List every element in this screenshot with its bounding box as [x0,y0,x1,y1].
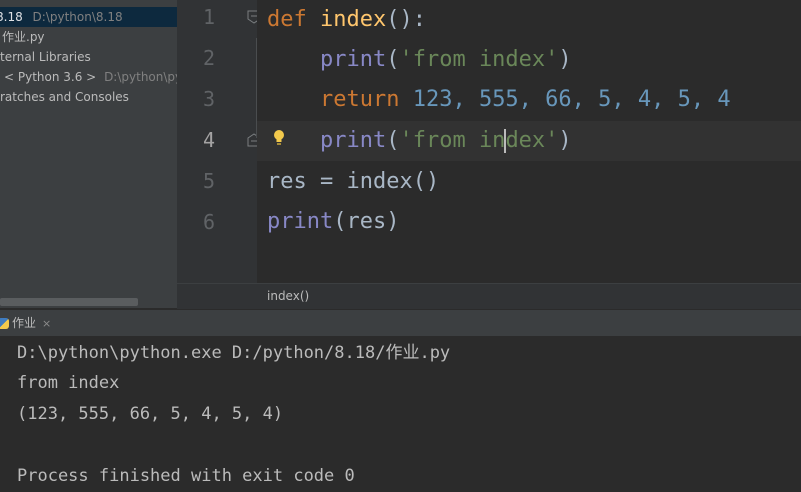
external-libraries-label: ternal Libraries [0,50,91,64]
breadcrumb-bar: index() [177,283,801,309]
token-punct: ( [386,47,400,72]
run-tab[interactable]: 作业 × [0,310,51,336]
line-number: 5 [202,169,215,193]
token-function: index [320,7,387,32]
run-tab-bar: 作业 × [0,309,801,336]
token-keyword: def [267,7,307,32]
python-sdk-label: < Python 3.6 > [4,70,97,84]
run-console[interactable]: D:\python\python.exe D:/python/8.18/作业.p… [0,336,801,492]
token-punct: ( [386,128,400,153]
code-line-2: print('from index') [267,40,572,80]
token-string: 'from index' [399,47,559,72]
console-line: (123, 555, 66, 5, 4, 5, 4) [17,404,284,424]
external-libraries-item[interactable]: ternal Libraries [0,47,91,67]
token-punct: ) [558,128,572,153]
line-number: 2 [202,46,215,70]
project-root-name: 8.18 [0,10,23,24]
lightbulb-icon[interactable] [273,129,285,149]
scratches-item[interactable]: ratches and Consoles [0,87,129,107]
line-number-current: 4 [202,128,215,152]
scratches-label: ratches and Consoles [0,90,129,104]
breadcrumb[interactable]: index() [267,289,309,303]
project-root-item[interactable]: 8.18 D:\python\8.18 [0,7,177,27]
project-panel: 8.18 D:\python\8.18 作业.py ternal Librari… [0,0,177,308]
token-keyword: return [319,87,400,112]
code-line-5: res = index() [267,169,440,194]
project-file-item[interactable]: 作业.py [0,27,45,47]
code-line-4: print('from index') [267,121,572,161]
token-string: 'from in [399,128,506,153]
line-number: 6 [202,210,215,234]
console-line: from index [17,373,120,393]
line-number: 3 [202,87,215,111]
python-sdk-path: D:\python\pyth [104,70,177,84]
code-line-3: return 123, 555, 66, 5, 4, 5, 4 [267,80,731,120]
token-builtin: print [319,47,387,72]
project-file-name: 作业.py [2,30,45,44]
line-number: 1 [202,5,215,29]
code-line-6: print(res) [267,202,399,242]
code-line-1: def index(): [267,0,426,40]
editor-gutter[interactable]: 1 2 3 4 5 6 [177,0,261,283]
project-horizontal-scrollbar[interactable] [0,298,138,306]
token-builtin: print [319,128,387,153]
console-line: D:\python\python.exe D:/python/8.18/作业.p… [17,343,451,363]
token-punct: ) [558,47,572,72]
code-editor[interactable]: def index(): print('from index') return … [257,0,801,283]
run-tab-label: 作业 [12,316,37,330]
project-root-path: D:\python\8.18 [32,10,123,24]
token-string: dex' [505,128,559,153]
token-punct: (): [386,7,426,32]
python-sdk-item[interactable]: < Python 3.6 > D:\python\pyth [0,67,177,87]
token-numbers: 123, 555, 66, 5, 4, 5, 4 [412,87,731,112]
python-file-icon [0,318,9,329]
console-line: Process finished with exit code 0 [17,466,355,486]
token-builtin: print [267,209,334,234]
token-punct: (res) [333,209,400,234]
close-icon[interactable]: × [42,317,51,330]
